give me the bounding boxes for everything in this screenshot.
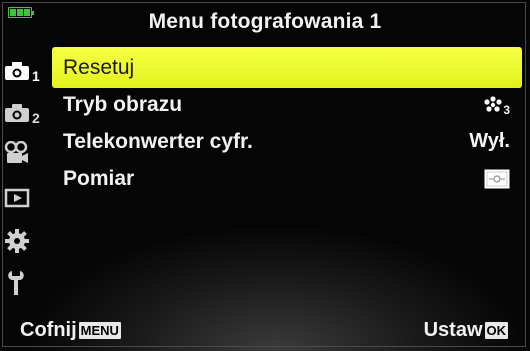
picture-mode-number: 3 [503,102,510,117]
footer-bar: Cofnij MENU Ustaw OK [0,316,530,346]
gear-icon [5,229,29,253]
menu-item-digital-teleconverter[interactable]: Telekonwerter cyfr. Wył. [52,121,522,162]
tab-setup-menu[interactable] [4,268,42,298]
video-camera-icon [4,141,28,163]
tab-shooting-menu-1[interactable]: 1 [4,56,42,86]
tab-playback-menu[interactable] [4,183,42,213]
ok-key-badge: OK [484,322,508,339]
camera-icon [5,104,29,122]
tab-video-menu[interactable] [4,138,42,168]
back-label: Cofnij [20,319,77,341]
page-title: Menu fotografowania 1 [148,10,382,33]
menu-item-label: Tryb obrazu [63,92,183,116]
menu-item-metering[interactable]: Pomiar [52,158,522,199]
tab-number: 1 [32,68,40,84]
menu-item-label: Resetuj [63,55,135,79]
set-label: Ustaw [423,319,483,341]
menu-item-picture-mode[interactable]: Tryb obrazu 3 [52,84,522,125]
menu-key-badge: MENU [78,322,121,339]
tab-number: 2 [32,110,40,126]
menu-item-value: Wył. [469,130,510,152]
set-button[interactable]: Ustaw OK [424,319,508,342]
menu-item-label: Pomiar [63,166,135,190]
camera-icon [5,62,29,80]
tab-custom-menu[interactable] [4,226,42,256]
tab-shooting-menu-2[interactable]: 2 [4,98,42,128]
metering-mode-icon [484,169,510,189]
playback-icon [4,188,30,208]
picture-mode-3-icon: 3 [483,93,510,117]
wrench-icon [8,271,24,295]
menu-item-reset[interactable]: Resetuj [52,47,522,88]
menu-item-label: Telekonwerter cyfr. [63,129,253,153]
back-button[interactable]: Cofnij MENU [20,319,121,342]
